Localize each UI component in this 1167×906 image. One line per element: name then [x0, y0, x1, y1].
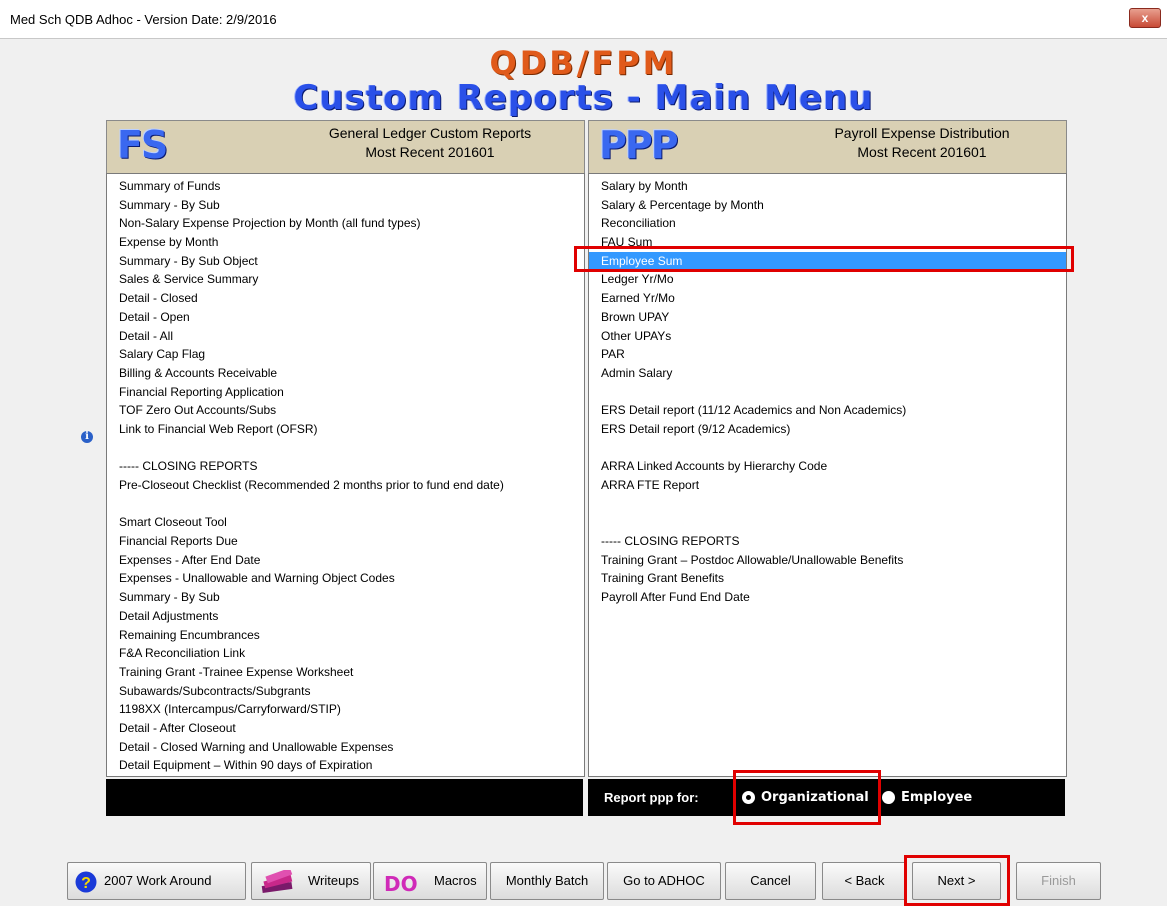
payroll-list-item[interactable]: ----- CLOSING REPORTS — [589, 532, 1066, 551]
finish-button[interactable]: Finish — [1016, 862, 1101, 900]
general-ledger-list-item[interactable]: Summary of Funds — [107, 177, 584, 196]
macros-label: Macros — [434, 873, 477, 888]
general-ledger-list-item[interactable]: Remaining Encumbrances — [107, 626, 584, 645]
left-panel-title-line2: Most Recent 201601 — [365, 144, 495, 160]
general-ledger-list-item[interactable]: Expenses - After End Date — [107, 551, 584, 570]
payroll-list-item[interactable]: Ledger Yr/Mo — [589, 270, 1066, 289]
general-ledger-list-item — [107, 439, 584, 458]
general-ledger-list-item[interactable]: Summary - By Sub — [107, 196, 584, 215]
highlight-next — [904, 855, 1010, 906]
macros-button[interactable]: DO Macros — [373, 862, 487, 900]
general-ledger-list-item[interactable]: Billing & Accounts Receivable — [107, 364, 584, 383]
goto-adhoc-button[interactable]: Go to ADHOC — [607, 862, 721, 900]
ppp-logo-icon: PPP — [599, 123, 679, 167]
payroll-list-item[interactable]: Training Grant Benefits — [589, 569, 1066, 588]
right-panel-title: Payroll Expense Distribution Most Recent… — [792, 124, 1052, 162]
books-icon — [261, 870, 293, 894]
app-title: QDB/FPM — [489, 44, 678, 82]
payroll-list-item[interactable]: ARRA Linked Accounts by Hierarchy Code — [589, 457, 1066, 476]
general-ledger-list-item[interactable]: Detail Equipment – Within 90 days of Exp… — [107, 756, 584, 775]
general-ledger-list-item[interactable]: Smart Closeout Tool — [107, 513, 584, 532]
right-panel-title-line1: Payroll Expense Distribution — [834, 125, 1010, 141]
cancel-button[interactable]: Cancel — [725, 862, 816, 900]
general-ledger-list-item[interactable]: Salary Cap Flag — [107, 345, 584, 364]
general-ledger-list-item[interactable]: Detail - Closed — [107, 289, 584, 308]
payroll-list-item[interactable]: Admin Salary — [589, 364, 1066, 383]
payroll-list-item — [589, 513, 1066, 532]
general-ledger-list-item[interactable]: Subawards/Subcontracts/Subgrants — [107, 682, 584, 701]
general-ledger-list-item[interactable]: Non-Salary Expense Projection by Month (… — [107, 214, 584, 233]
general-ledger-list-item[interactable]: 1198XX (Intercampus/Carryforward/STIP) — [107, 700, 584, 719]
payroll-list-item[interactable]: Training Grant – Postdoc Allowable/Unall… — [589, 551, 1066, 570]
employee-label[interactable]: Employee — [901, 790, 972, 805]
general-ledger-list-box[interactable]: Summary of Funds Summary - By Sub Non-Sala… — [106, 173, 585, 777]
left-panel-title-line1: General Ledger Custom Reports — [328, 125, 532, 141]
right-panel-header: PPP Payroll Expense Distribution Most Re… — [588, 120, 1067, 174]
fs-logo-icon: FS — [117, 123, 168, 167]
general-ledger-list-item[interactable]: Detail - Closed Warning and Unallowable … — [107, 738, 584, 757]
close-button[interactable]: x — [1129, 8, 1161, 28]
svg-text:?: ? — [81, 875, 91, 892]
work-around-button[interactable]: ? 2007 Work Around — [67, 862, 246, 900]
writeups-button[interactable]: Writeups — [251, 862, 371, 900]
highlight-organizational — [733, 770, 881, 825]
left-panel-header: FS General Ledger Custom Reports Most Re… — [106, 120, 585, 174]
payroll-list-item[interactable]: Brown UPAY — [589, 308, 1066, 327]
left-footer-bar — [106, 779, 583, 816]
general-ledger-list-item[interactable]: Detail - All — [107, 327, 584, 346]
payroll-list-item[interactable]: ARRA FTE Report — [589, 476, 1066, 495]
general-ledger-list-item[interactable]: Sales & Service Summary — [107, 270, 584, 289]
employee-radio[interactable] — [882, 791, 895, 804]
general-ledger-list-item[interactable]: Pre-Closeout Checklist (Recommended 2 mo… — [107, 476, 584, 495]
payroll-list-item[interactable]: Earned Yr/Mo — [589, 289, 1066, 308]
payroll-list-item[interactable]: ERS Detail report (11/12 Academics and N… — [589, 401, 1066, 420]
payroll-list-item[interactable]: Other UPAYs — [589, 327, 1066, 346]
writeups-label: Writeups — [308, 873, 360, 888]
payroll-list-item — [589, 495, 1066, 514]
general-ledger-list-item[interactable]: Financial Reports Due — [107, 532, 584, 551]
general-ledger-list-item[interactable]: Expenses - Unallowable and Warning Objec… — [107, 569, 584, 588]
general-ledger-list-item[interactable]: ----- CLOSING REPORTS — [107, 457, 584, 476]
highlight-employee-sum — [574, 246, 1074, 272]
right-panel-title-line2: Most Recent 201601 — [857, 144, 987, 160]
payroll-list-item — [589, 439, 1066, 458]
general-ledger-list-item[interactable]: Training Grant -Trainee Expense Workshee… — [107, 663, 584, 682]
general-ledger-list-item[interactable]: Summary - By Sub Object — [107, 252, 584, 271]
general-ledger-list-item[interactable]: TOF Zero Out Accounts/Subs — [107, 401, 584, 420]
window-title: Med Sch QDB Adhoc - Version Date: 2/9/20… — [10, 12, 277, 27]
info-icon[interactable]: i — [81, 431, 93, 443]
payroll-list-item[interactable]: PAR — [589, 345, 1066, 364]
general-ledger-list-item[interactable]: Detail Adjustments — [107, 607, 584, 626]
menu-title: Custom Reports - Main Menu — [293, 78, 874, 118]
general-ledger-list-item[interactable]: F&A Reconciliation Link — [107, 644, 584, 663]
title-bar: Med Sch QDB Adhoc - Version Date: 2/9/20… — [0, 0, 1167, 39]
back-button[interactable]: < Back — [822, 862, 907, 900]
payroll-list-item[interactable]: Reconciliation — [589, 214, 1066, 233]
left-panel-title: General Ledger Custom Reports Most Recen… — [290, 124, 570, 162]
payroll-list[interactable]: Salary by Month Salary & Percentage by Mo… — [589, 177, 1066, 607]
general-ledger-list-item[interactable]: Detail - Open — [107, 308, 584, 327]
monthly-batch-button[interactable]: Monthly Batch — [490, 862, 604, 900]
general-ledger-list-item[interactable]: Detail - After Closeout — [107, 719, 584, 738]
help-icon: ? — [75, 871, 97, 893]
macros-icon: DO — [384, 872, 418, 896]
general-ledger-list-item[interactable]: Financial Reporting Application — [107, 383, 584, 402]
general-ledger-list-item[interactable]: Expense by Month — [107, 233, 584, 252]
general-ledger-list-item[interactable]: Link to Financial Web Report (OFSR) — [107, 420, 584, 439]
work-around-label: 2007 Work Around — [104, 873, 212, 888]
general-ledger-list-item — [107, 495, 584, 514]
payroll-list-item[interactable]: Salary & Percentage by Month — [589, 196, 1066, 215]
general-ledger-list-item[interactable]: Summary - By Sub — [107, 588, 584, 607]
general-ledger-list[interactable]: Summary of Funds Summary - By Sub Non-Sala… — [107, 177, 584, 775]
payroll-list-item[interactable]: ERS Detail report (9/12 Academics) — [589, 420, 1066, 439]
payroll-list-item — [589, 383, 1066, 402]
payroll-list-item[interactable]: Salary by Month — [589, 177, 1066, 196]
payroll-list-item[interactable]: Payroll After Fund End Date — [589, 588, 1066, 607]
report-for-label: Report ppp for: — [604, 790, 699, 805]
